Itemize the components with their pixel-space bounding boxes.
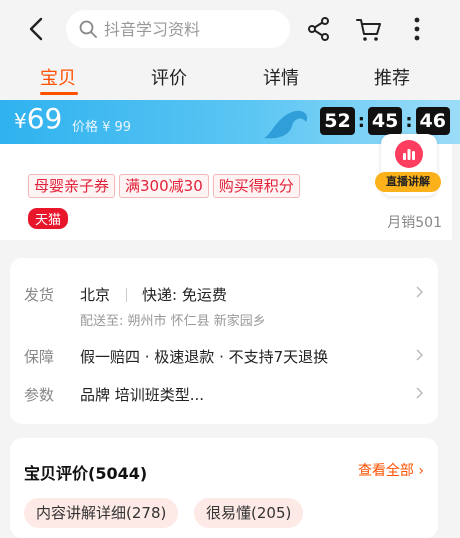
search-bar[interactable] bbox=[66, 10, 290, 48]
current-price: ¥69 bbox=[14, 102, 63, 135]
back-icon[interactable] bbox=[22, 14, 52, 44]
countdown-seconds: 46 bbox=[415, 107, 450, 135]
guarantee-text: 假一赔四 · 极速退款 · 不支持7天退换 bbox=[80, 348, 329, 366]
params-text: 品牌 培训班类型... bbox=[80, 386, 205, 404]
countdown-minutes: 45 bbox=[367, 107, 403, 135]
live-icon bbox=[395, 140, 423, 168]
tmall-badge: 天猫 bbox=[28, 208, 69, 229]
review-tag[interactable]: 很易懂(205) bbox=[194, 498, 304, 528]
search-icon bbox=[79, 20, 97, 38]
cart-icon[interactable] bbox=[354, 14, 384, 44]
tab-baobei[interactable]: 宝贝 bbox=[40, 64, 76, 90]
chevron-right-icon bbox=[416, 349, 424, 361]
share-icon[interactable] bbox=[304, 14, 334, 44]
review-tag[interactable]: 内容讲解详细(278) bbox=[24, 498, 179, 528]
params-label: 参数 bbox=[24, 386, 55, 404]
shipping-label: 发货 bbox=[24, 286, 55, 304]
coupon-tag[interactable]: 满300减30 bbox=[119, 174, 209, 198]
more-icon[interactable] bbox=[402, 14, 432, 44]
countdown-timer: 52 : 45 : 46 bbox=[320, 107, 450, 135]
coupon-row: 母婴亲子券 满300减30 购买得积分 bbox=[28, 174, 304, 198]
tab-reviews[interactable]: 评价 bbox=[151, 64, 187, 90]
top-bar bbox=[0, 0, 460, 58]
countdown-hours: 52 bbox=[320, 107, 355, 135]
deliver-to: 配送至: 朔州市 怀仁县 新家园乡 bbox=[80, 314, 266, 329]
tab-details[interactable]: 详情 bbox=[263, 64, 299, 90]
monthly-sales: 月销501 bbox=[387, 215, 442, 231]
shipping-express: 快递: 免运费 bbox=[142, 286, 227, 304]
original-price: 价格 ¥ 99 bbox=[72, 120, 132, 135]
search-input[interactable] bbox=[104, 10, 284, 48]
coupon-tag[interactable]: 母婴亲子券 bbox=[28, 174, 116, 198]
shipping-origin: 北京 bbox=[80, 286, 111, 304]
tab-bar: 宝贝 评价 详情 推荐 bbox=[0, 58, 460, 100]
chevron-right-icon bbox=[416, 387, 424, 399]
live-explain-label: 直播讲解 bbox=[375, 172, 441, 192]
review-card: 宝贝评价(5044) 查看全部 › 内容讲解详细(278) 很易懂(205) bbox=[10, 438, 438, 538]
live-explain-button[interactable]: 直播讲解 bbox=[375, 134, 441, 196]
tab-recommend[interactable]: 推荐 bbox=[374, 64, 410, 90]
chevron-right-icon bbox=[416, 286, 424, 298]
review-title: 宝贝评价(5044) bbox=[24, 464, 148, 483]
divider bbox=[126, 288, 127, 302]
guarantee-label: 保障 bbox=[24, 348, 55, 366]
coupon-tag[interactable]: 购买得积分 bbox=[212, 174, 300, 198]
info-card: 发货 北京 快递: 免运费 配送至: 朔州市 怀仁县 新家园乡 保障 假一赔四 … bbox=[10, 258, 438, 424]
view-all-reviews-link[interactable]: 查看全部 › bbox=[358, 460, 424, 480]
banner-decoration-icon bbox=[264, 110, 308, 139]
active-tab-indicator bbox=[40, 92, 78, 95]
